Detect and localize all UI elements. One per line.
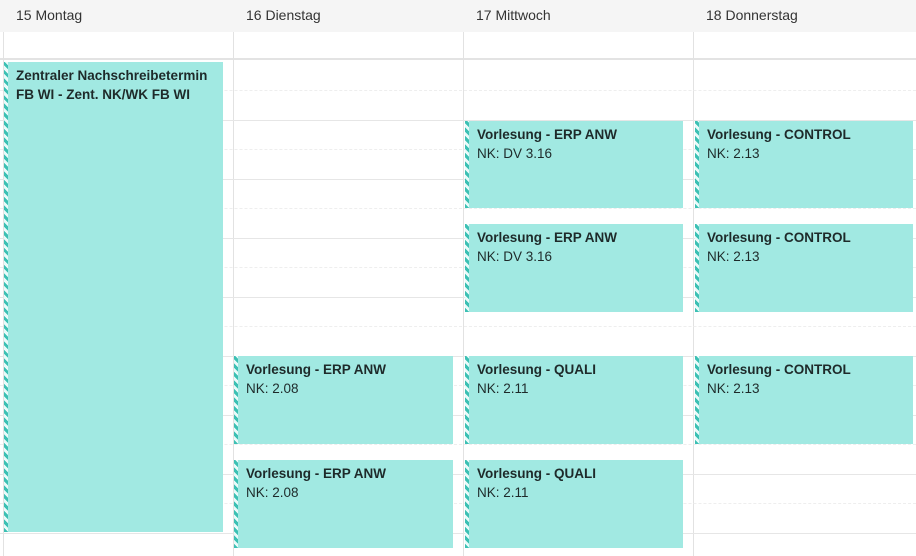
event-title: Vorlesung - ERP ANW	[477, 230, 618, 245]
event-vorlesung-erp-anw[interactable]: Vorlesung - ERP ANW NK: 2.08	[234, 460, 453, 548]
event-vorlesung-control[interactable]: Vorlesung - CONTROL NK: 2.13	[695, 356, 913, 444]
event-title: Vorlesung - QUALI	[477, 362, 597, 377]
event-vorlesung-erp-anw[interactable]: Vorlesung - ERP ANW NK: 2.08	[234, 356, 453, 444]
event-title: Zentraler Nachschreibetermin FB WI - Zen…	[16, 68, 208, 102]
event-room: NK: 2.08	[246, 485, 299, 500]
event-title: Vorlesung - ERP ANW	[246, 466, 387, 481]
event-room: NK: 2.11	[477, 485, 529, 500]
event-title: Vorlesung - ERP ANW	[477, 127, 618, 142]
event-room: NK: DV 3.16	[477, 249, 553, 264]
day-header-thursday[interactable]: 18 Donnerstag	[694, 0, 916, 32]
event-room: NK: 2.13	[707, 249, 760, 264]
event-vorlesung-erp-anw[interactable]: Vorlesung - ERP ANW NK: DV 3.16	[465, 121, 683, 208]
all-day-row[interactable]	[0, 32, 916, 60]
event-room: NK: DV 3.16	[477, 146, 553, 161]
event-vorlesung-quali[interactable]: Vorlesung - QUALI NK: 2.11	[465, 356, 683, 444]
event-title: Vorlesung - CONTROL	[707, 362, 851, 377]
event-vorlesung-erp-anw[interactable]: Vorlesung - ERP ANW NK: DV 3.16	[465, 224, 683, 312]
event-title: Vorlesung - CONTROL	[707, 230, 851, 245]
event-title: Vorlesung - ERP ANW	[246, 362, 387, 377]
hour-line	[0, 533, 916, 534]
event-vorlesung-control[interactable]: Vorlesung - CONTROL NK: 2.13	[695, 224, 913, 312]
event-room: NK: 2.13	[707, 146, 760, 161]
event-vorlesung-quali[interactable]: Vorlesung - QUALI NK: 2.11	[465, 460, 683, 548]
event-title: Vorlesung - CONTROL	[707, 127, 851, 142]
event-title: Vorlesung - QUALI	[477, 466, 597, 481]
event-room: NK: 2.13	[707, 381, 760, 396]
event-vorlesung-control[interactable]: Vorlesung - CONTROL NK: 2.13	[695, 121, 913, 208]
event-room: NK: 2.11	[477, 381, 529, 396]
day-header-monday[interactable]: 15 Montag	[4, 0, 234, 32]
day-header-bar: 15 Montag 16 Dienstag 17 Mittwoch 18 Don…	[0, 0, 916, 32]
event-room: NK: 2.08	[246, 381, 299, 396]
event-nachschreibetermin[interactable]: Zentraler Nachschreibetermin FB WI - Zen…	[4, 62, 223, 532]
day-header-tuesday[interactable]: 16 Dienstag	[234, 0, 464, 32]
day-header-wednesday[interactable]: 17 Mittwoch	[464, 0, 694, 32]
